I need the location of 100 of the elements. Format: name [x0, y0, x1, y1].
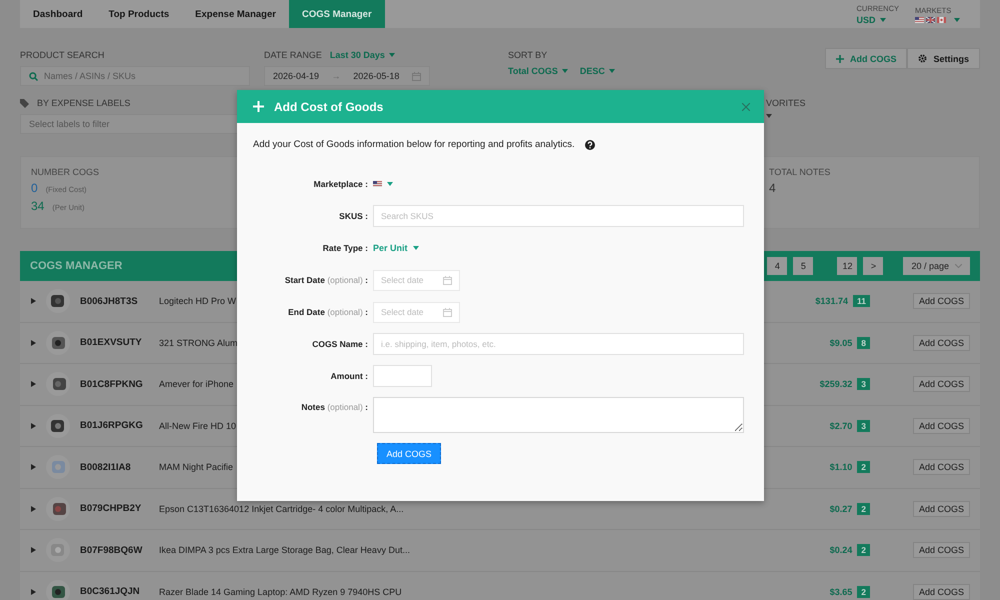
asin-cell-text: B01J6RPGKG [80, 420, 144, 432]
caret-icon [388, 53, 395, 57]
page-button[interactable]: 5 [793, 257, 814, 275]
product-title: All-New Fire HD 10 [159, 420, 236, 431]
field-label: Amount : [330, 371, 369, 381]
stat-label: NUMBER COGS [31, 167, 100, 177]
total-cogs: $1.10 [830, 462, 852, 472]
add-cogs-button[interactable]: Add COGS [912, 459, 970, 476]
field-label: Start Date (optional) : [284, 275, 369, 285]
caret-icon [387, 182, 393, 186]
page-button[interactable]: 4 [767, 257, 788, 275]
plus-icon [253, 101, 264, 112]
caret-icon [562, 69, 568, 73]
asin-cell-text: B01EXVSUTY [80, 337, 143, 348]
caret-icon [766, 114, 772, 118]
add-cogs-submit-button[interactable]: Add COGS [377, 443, 441, 464]
total-cogs: $0.24 [830, 545, 852, 556]
page-size-select[interactable]: 20 / page [903, 257, 970, 275]
text-input[interactable]: i.e. shipping, item, photos, etc. [373, 333, 744, 355]
field-label: Notes (optional) : [300, 402, 369, 412]
settings-icon [918, 54, 928, 63]
amount-input[interactable] [373, 365, 432, 387]
date-range-field[interactable]: 2026-04-19 → 2026-05-18 [264, 66, 430, 86]
stat-label: TOTAL NOTES [769, 167, 832, 177]
uk-flag-icon [926, 16, 935, 22]
add-cogs-button[interactable]: Add COGS [912, 418, 970, 434]
filter-label: PRODUCT SEARCH [20, 50, 106, 60]
add-cogs-button[interactable]: Add COGS [912, 584, 970, 600]
total-cogs: $131.74 [815, 296, 848, 306]
count-badge: 3 [857, 378, 870, 390]
add-cogs-button[interactable]: Add COGS [912, 334, 970, 351]
asin-cell-text: B0082I1IA8 [80, 462, 132, 473]
count-badge: 2 [857, 586, 870, 598]
us-flag-icon [915, 16, 924, 22]
calendar-icon [443, 308, 452, 316]
filter-label: SORT BY [508, 50, 548, 60]
count-badge: 2 [857, 502, 870, 515]
total-cogs: $259.32 [820, 379, 852, 390]
marketplace-dropdown[interactable] [373, 181, 393, 187]
total-cogs: $2.70 [830, 420, 852, 431]
caret-icon [880, 18, 886, 22]
asin-cell-text: B079CHPB2Y [80, 503, 142, 514]
help-icon[interactable] [584, 140, 595, 150]
stat-value: 4 [769, 181, 777, 195]
count-badge: 11 [852, 295, 870, 308]
table-title: COGS MANAGER [30, 260, 122, 272]
expand-icon[interactable] [31, 547, 36, 554]
nav-tab[interactable]: COGS Manager [288, 0, 385, 28]
rate-type-dropdown[interactable]: Per Unit [373, 243, 419, 253]
plus-icon [836, 54, 844, 62]
add-cogs-button[interactable]: Add COGS [912, 542, 970, 558]
text-input[interactable]: Search SKUS [373, 205, 744, 227]
add-cogs-button[interactable]: Add COGS [912, 293, 970, 310]
intro-text: Add your Cost of Goods information below for reporting and profits analytics. [253, 139, 575, 150]
expand-icon[interactable] [31, 422, 36, 429]
settings-button[interactable]: Settings [907, 48, 980, 69]
expand-icon[interactable] [31, 506, 36, 512]
field-label: SKUS : [338, 211, 369, 221]
filter-label: VORITES [766, 98, 807, 108]
caret-icon [954, 18, 960, 22]
add-cogs-button[interactable]: Add COGS [912, 500, 970, 517]
nav-tab[interactable]: Expense Manager [182, 0, 289, 28]
count-badge: 2 [857, 461, 870, 474]
product-title: Ikea DIMPA 3 pcs Extra Large Storage Bag, Clear Heavy Dut... [159, 545, 410, 556]
field-label: End Date (optional) : [287, 307, 369, 317]
search-icon [29, 72, 38, 80]
asin-cell-text: B006JH8T3S [80, 296, 139, 307]
modal-title: Add Cost of Goods [274, 100, 384, 114]
nav-tab[interactable]: Top Products [96, 0, 182, 28]
next-page-button[interactable]: > [863, 257, 884, 275]
count-badge: 2 [857, 544, 870, 556]
us-flag-icon [373, 181, 382, 187]
asin-cell-text: B01C8FPKNG [80, 378, 144, 390]
asin-cell-text: B07F98BQ6W [80, 544, 144, 556]
calendar-icon [443, 276, 452, 284]
canada-flag-icon [937, 16, 946, 22]
count-badge: 3 [857, 420, 870, 432]
total-cogs: $3.65 [830, 586, 852, 597]
product-title: MAM Night Pacifie [159, 462, 234, 472]
total-cogs: $0.27 [830, 504, 852, 514]
filter-label: BY EXPENSE LABELS [37, 98, 130, 108]
field-label: Marketplace : [312, 179, 369, 189]
add-cogs-button[interactable]: Add COGS [912, 376, 970, 392]
calendar-icon [412, 72, 421, 80]
expand-icon[interactable] [31, 340, 36, 346]
expand-icon[interactable] [31, 464, 36, 470]
field-label: COGS Name : [311, 339, 369, 349]
expand-icon[interactable] [31, 381, 36, 388]
expand-icon[interactable] [31, 588, 36, 595]
stat-value: 34 [31, 199, 44, 213]
page-button[interactable]: 12 [837, 257, 858, 275]
count-badge: 8 [857, 336, 870, 349]
nav-tab[interactable]: Dashboard [20, 0, 96, 28]
product-title: Logitech HD Pro W [159, 296, 236, 306]
expand-icon[interactable] [31, 298, 36, 304]
chevron-down-icon [955, 264, 962, 268]
tag-icon [20, 98, 29, 108]
field-label: Rate Type : [322, 243, 369, 253]
caret-icon [608, 69, 615, 73]
asin-cell-text: B0C361JQJN [80, 586, 141, 598]
